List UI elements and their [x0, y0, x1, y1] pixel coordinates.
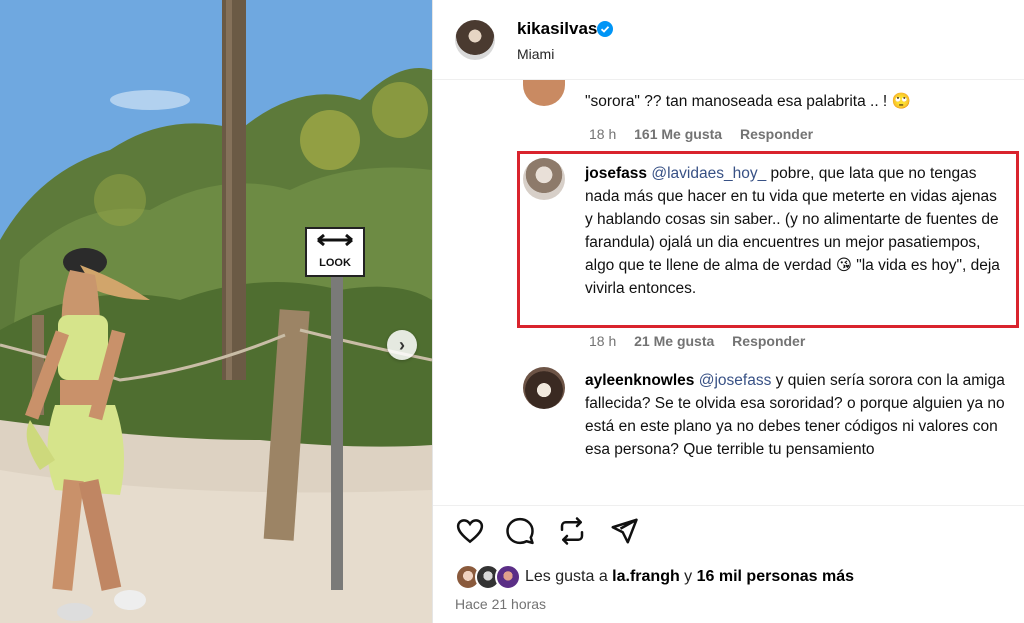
comment-body: "sorora" ?? tan manoseada esa palabrita …	[585, 93, 911, 110]
commenter-avatar[interactable]	[523, 367, 565, 409]
likes-text: Les gusta a la.frangh y 16 mil personas …	[525, 568, 854, 586]
post-location[interactable]: Miami	[517, 46, 554, 62]
post-timestamp[interactable]: Hace 21 horas	[455, 596, 546, 612]
sign-text: LOOK	[319, 257, 351, 269]
reply-button[interactable]: Responder	[740, 126, 813, 142]
heart-icon[interactable]	[455, 516, 485, 546]
liker-avatar	[495, 564, 521, 590]
comment-meta: 18 h 21 Me gusta Responder	[589, 333, 819, 349]
repost-icon[interactable]	[557, 516, 587, 546]
author-username[interactable]: kikasilvas	[517, 19, 597, 39]
reply-button[interactable]: Responder	[732, 333, 805, 349]
post-details-panel: kikasilvas Miami "sorora" ?? tan manosea…	[432, 0, 1024, 623]
likes-connector: y	[679, 568, 697, 585]
verified-badge-icon	[597, 21, 613, 37]
comment-icon[interactable]	[505, 516, 535, 546]
post-header: kikasilvas Miami	[433, 0, 1024, 80]
author-avatar[interactable]	[455, 20, 495, 60]
comment-time[interactable]: 18 h	[589, 333, 616, 349]
comment-text: ayleenknowles @josefass y quien sería so…	[585, 369, 1005, 461]
comment-likes[interactable]: 21 Me gusta	[634, 333, 714, 349]
comment-time[interactable]: 18 h	[589, 126, 616, 142]
comment-username[interactable]: ayleenknowles	[585, 372, 694, 389]
likes-others[interactable]: 16 mil personas más	[697, 568, 854, 585]
next-photo-button[interactable]: ›	[387, 330, 417, 360]
post-actions-bar	[433, 505, 1024, 555]
likes-prefix: Les gusta a	[525, 568, 613, 585]
beach-scene-image: LOOK	[0, 0, 432, 623]
likes-summary[interactable]: Les gusta a la.frangh y 16 mil personas …	[455, 564, 1015, 592]
highlight-box	[517, 151, 1019, 328]
liker-username[interactable]: la.frangh	[612, 568, 680, 585]
comment-meta: 18 h 161 Me gusta Responder	[589, 126, 827, 142]
chevron-right-icon: ›	[399, 334, 405, 355]
post-photo[interactable]: LOOK ›	[0, 0, 432, 623]
send-icon[interactable]	[609, 516, 639, 546]
comment-text: "sorora" ?? tan manoseada esa palabrita …	[585, 90, 1005, 113]
comment-mention[interactable]: @josefass	[699, 372, 772, 389]
comment-likes[interactable]: 161 Me gusta	[634, 126, 722, 142]
commenter-avatar[interactable]	[523, 80, 565, 106]
